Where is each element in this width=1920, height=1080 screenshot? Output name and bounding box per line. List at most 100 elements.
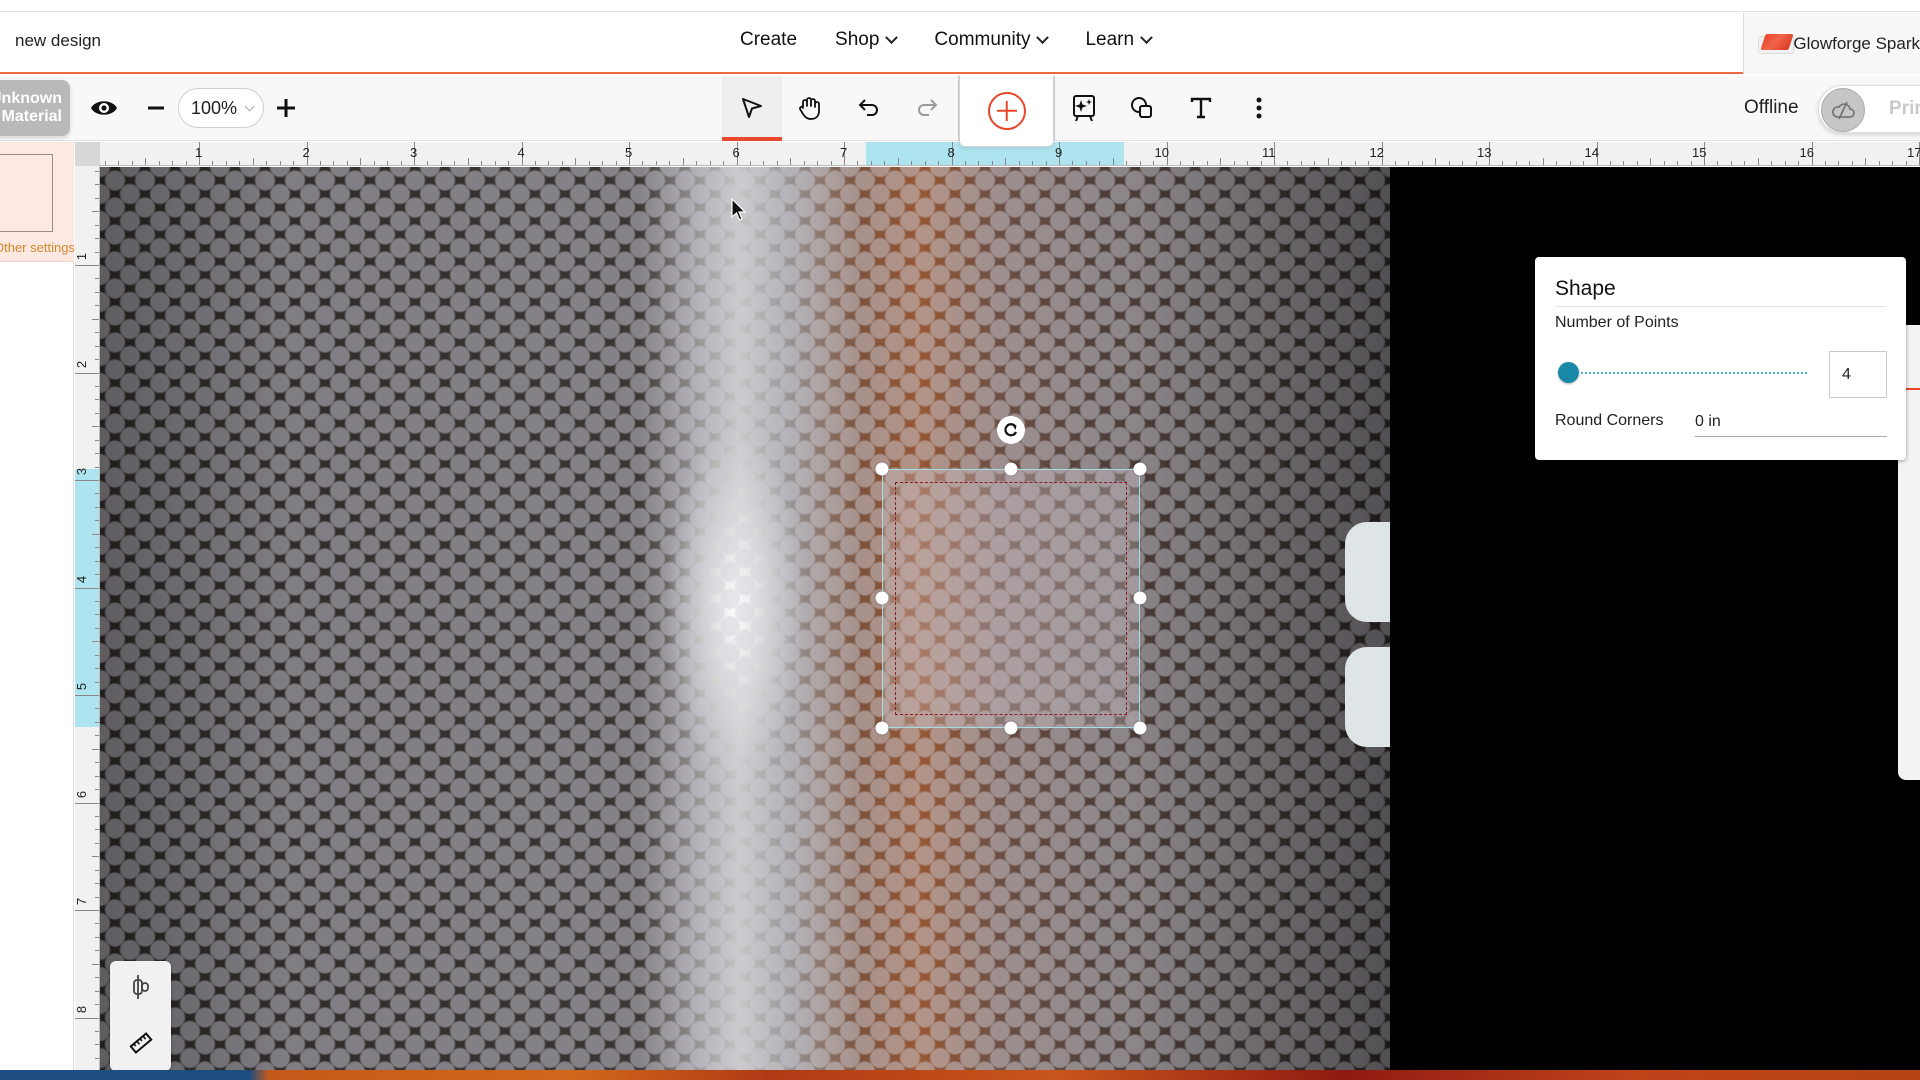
resize-handle-bottom-right[interactable]: [1133, 721, 1147, 735]
select-pointer-icon[interactable]: [734, 90, 770, 126]
ruler-label: 1: [75, 252, 90, 261]
align-icon[interactable]: [123, 969, 159, 1005]
browser-top-edge: [0, 0, 1920, 12]
ruler-tick: [1583, 161, 1585, 165]
ruler-label: 6: [732, 145, 740, 160]
ruler-tick: [1327, 158, 1329, 165]
round-corners-input[interactable]: [1695, 407, 1887, 437]
menu-community-label: Community: [934, 29, 1031, 50]
design-thumbnail[interactable]: [0, 154, 53, 232]
menu-community[interactable]: Community: [934, 29, 1050, 51]
resize-handle-right[interactable]: [1133, 591, 1147, 605]
ruler-tick: [75, 265, 99, 266]
ruler-tick: [1005, 158, 1007, 165]
ruler-label: 5: [625, 145, 633, 160]
ruler-tick: [897, 158, 899, 165]
ruler-tick: [1368, 161, 1370, 165]
ruler-tick: [1314, 161, 1316, 165]
resize-handle-bottom[interactable]: [1004, 721, 1018, 735]
ruler-tick: [1865, 158, 1867, 165]
ruler-tick: [279, 161, 281, 165]
ruler-label: 12: [1369, 145, 1384, 160]
points-slider-thumb[interactable]: [1558, 362, 1579, 383]
ruler-tick: [1690, 161, 1692, 165]
material-label: Unknown Material: [0, 90, 62, 125]
eye-icon[interactable]: [86, 90, 122, 126]
ruler-tick: [252, 158, 254, 165]
ruler-tick: [561, 161, 563, 165]
menu-create-label: Create: [740, 29, 798, 50]
resize-handle-bottom-left[interactable]: [875, 721, 889, 735]
resize-handle-left[interactable]: [875, 591, 889, 605]
ruler-tick: [494, 161, 496, 165]
ruler-tick: [1354, 161, 1356, 165]
ruler-tick: [1220, 158, 1222, 165]
ruler-tick: [1784, 161, 1786, 165]
ruler-tick: [1247, 161, 1249, 165]
machine-selector[interactable]: Glowforge Spark: [1743, 13, 1920, 74]
ruler-tick: [1300, 161, 1302, 165]
menu-learn-label: Learn: [1085, 29, 1135, 50]
menu-create[interactable]: Create: [740, 29, 797, 51]
ruler-tick: [1193, 161, 1195, 165]
ruler-tick: [118, 161, 120, 165]
ruler-tick: [266, 161, 268, 165]
ruler-tick: [75, 802, 99, 804]
ruler-tick: [1448, 161, 1450, 165]
points-slider-track[interactable]: [1569, 372, 1807, 374]
ruler-icon[interactable]: [123, 1025, 159, 1061]
canvas-side-tools: [110, 961, 171, 1071]
ruler-tick: [1287, 161, 1289, 165]
ruler-tick: [92, 963, 99, 965]
rotate-handle[interactable]: [997, 416, 1025, 444]
zoom-in-icon[interactable]: [268, 90, 304, 126]
number-of-points-input[interactable]: [1829, 351, 1887, 398]
ruler-label: 2: [75, 360, 90, 368]
ruler-tick: [92, 856, 99, 858]
zoom-out-icon[interactable]: [138, 90, 174, 126]
menu-learn[interactable]: Learn: [1085, 29, 1153, 51]
ruler-tick: [682, 158, 684, 165]
redo-icon[interactable]: [909, 90, 945, 126]
ruler-label: 9: [1055, 145, 1063, 160]
ruler-label: 8: [75, 1005, 90, 1013]
zoom-level-value: 100%: [191, 97, 238, 118]
print-button[interactable]: Print: [1818, 85, 1920, 133]
ruler-tick: [1018, 161, 1020, 165]
ruler-tick: [1838, 161, 1840, 165]
add-button[interactable]: [959, 75, 1054, 147]
resize-handle-top-right[interactable]: [1133, 462, 1147, 476]
resize-handle-top[interactable]: [1004, 462, 1018, 476]
resize-handle-top-left[interactable]: [875, 462, 889, 476]
panel-divider: [1555, 306, 1886, 307]
connection-status: Offline: [1744, 97, 1799, 118]
ruler-tick: [1717, 161, 1719, 165]
zoom-level-select[interactable]: 100%: [178, 88, 264, 128]
ruler-tick: [776, 161, 778, 165]
design-title[interactable]: new design: [15, 31, 101, 51]
ruler-tick: [145, 158, 147, 165]
selected-shape[interactable]: [882, 469, 1140, 728]
ruler-tick: [696, 161, 698, 165]
ruler-tick: [212, 161, 214, 165]
ruler-tick: [1502, 161, 1504, 165]
design-thumbnail-area: Other settings: [0, 142, 75, 262]
ruler-tick: [1475, 161, 1477, 165]
settings-link[interactable]: Other settings: [0, 240, 75, 255]
magic-canvas-icon[interactable]: [1066, 90, 1102, 126]
undo-icon[interactable]: [851, 90, 887, 126]
round-corners-label: Round Corners: [1555, 412, 1664, 429]
ruler-label: 7: [75, 897, 90, 906]
hand-pan-icon[interactable]: [792, 90, 828, 126]
ruler-label: 17: [1907, 145, 1920, 160]
menu-shop[interactable]: Shop: [835, 29, 899, 51]
ruler-tick: [75, 480, 99, 481]
shapes-icon[interactable]: [1124, 90, 1160, 126]
ruler-tick: [588, 161, 590, 165]
ruler-tick: [1126, 161, 1128, 165]
text-icon[interactable]: [1183, 90, 1219, 126]
ruler-tick: [1905, 161, 1907, 165]
ruler-label: 6: [75, 790, 90, 798]
more-vertical-icon[interactable]: [1241, 90, 1277, 126]
material-button[interactable]: Unknown Material: [0, 80, 70, 136]
